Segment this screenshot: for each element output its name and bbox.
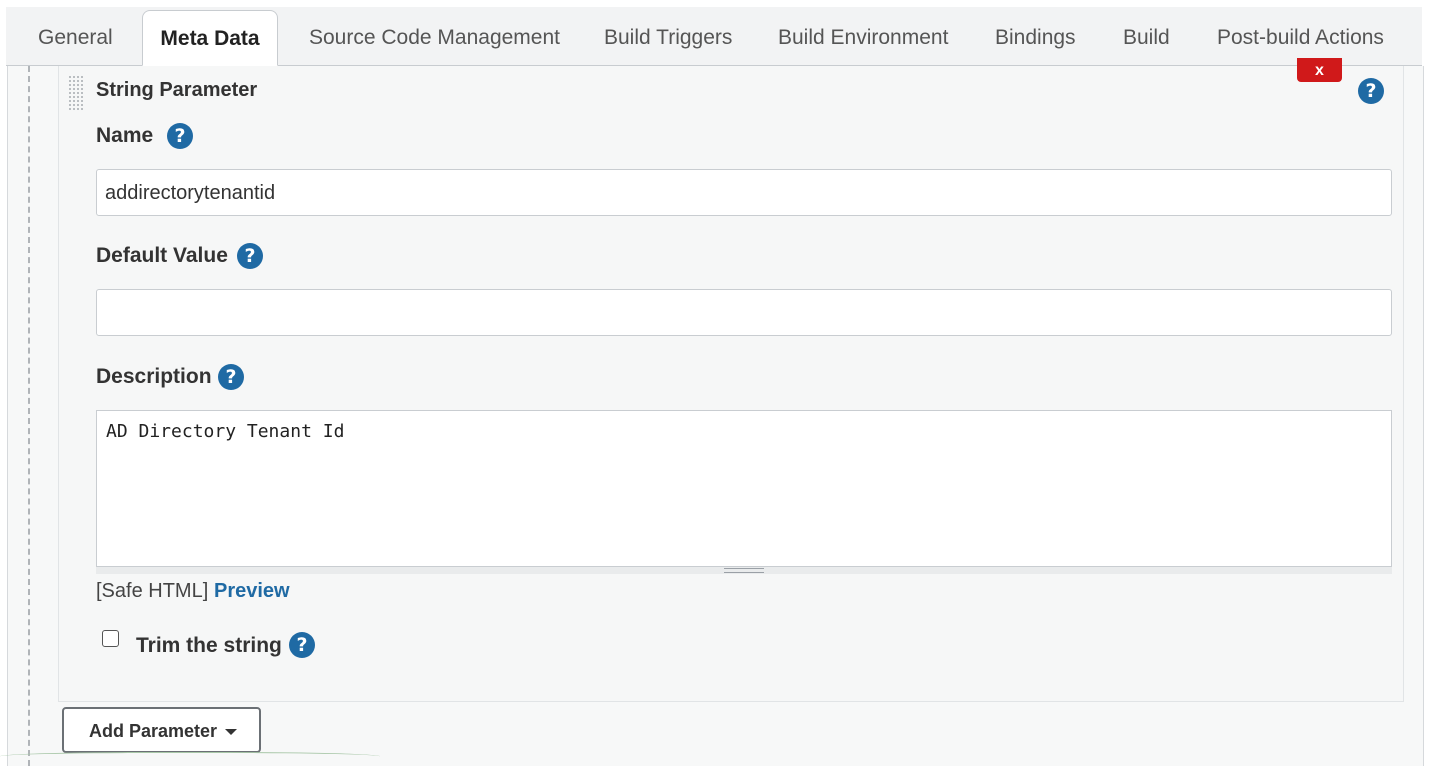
add-parameter-button[interactable]: Add Parameter — [62, 707, 261, 753]
tab-bindings[interactable]: Bindings — [995, 7, 1076, 65]
description-help-icon[interactable]: ? — [218, 364, 244, 390]
string-parameter-panel — [58, 66, 1404, 702]
bottom-divider — [0, 752, 380, 763]
add-parameter-label: Add Parameter — [89, 721, 218, 741]
tab-build[interactable]: Build — [1123, 7, 1170, 65]
tab-post-build-actions[interactable]: Post-build Actions — [1217, 7, 1384, 65]
name-label: Name — [96, 124, 154, 147]
config-tab-bar: General Meta Data Source Code Management… — [6, 7, 1422, 66]
trim-string-help-icon[interactable]: ? — [289, 632, 315, 658]
section-rail — [28, 66, 30, 766]
parameter-help-icon[interactable]: ? — [1358, 78, 1384, 104]
name-input[interactable]: addirectorytenantid — [96, 169, 1392, 216]
tab-general[interactable]: General — [38, 7, 113, 65]
parameter-title: String Parameter — [96, 79, 258, 101]
delete-parameter-button[interactable]: x — [1297, 58, 1342, 82]
default-value-label: Default Value — [96, 244, 228, 267]
tab-source-code-management[interactable]: Source Code Management — [309, 7, 560, 65]
trim-string-label[interactable]: Trim the string — [136, 634, 282, 658]
description-textarea[interactable]: AD Directory Tenant Id — [96, 410, 1392, 574]
tab-meta-data[interactable]: Meta Data — [142, 10, 278, 66]
trim-string-checkbox[interactable] — [102, 630, 119, 647]
tab-build-triggers[interactable]: Build Triggers — [604, 7, 732, 65]
description-label: Description — [96, 365, 212, 388]
safe-html-note: [Safe HTML] — [96, 580, 209, 602]
resize-grip-icon[interactable] — [724, 568, 764, 573]
default-value-input[interactable] — [96, 289, 1392, 336]
preview-link[interactable]: Preview — [214, 580, 290, 603]
default-value-help-icon[interactable]: ? — [237, 243, 263, 269]
drag-handle-icon[interactable] — [68, 75, 84, 111]
tab-build-environment[interactable]: Build Environment — [778, 7, 948, 65]
caret-down-icon — [225, 729, 237, 735]
name-help-icon[interactable]: ? — [167, 123, 193, 149]
